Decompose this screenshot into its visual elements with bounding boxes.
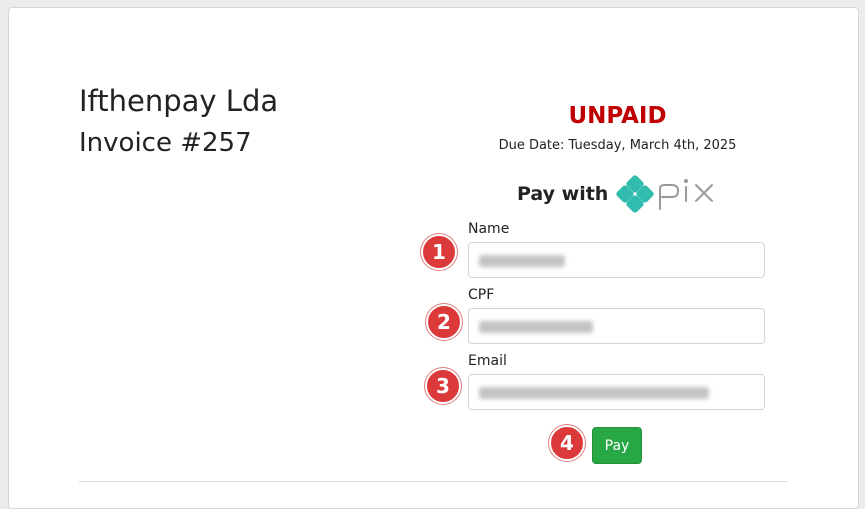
redacted-name-value [479,255,565,267]
step-badge-2: 2 [426,304,462,340]
name-input[interactable] [468,242,765,278]
invoice-number: Invoice #257 [79,128,252,158]
redacted-cpf-value [479,321,593,333]
section-divider [79,481,788,482]
name-label: Name [468,221,510,237]
invoice-card: Ifthenpay Lda Invoice #257 UNPAID Due Da… [8,7,859,509]
step-badge-4: 4 [549,425,585,461]
pay-with-text: Pay with [517,183,609,205]
step-badge-1: 1 [421,234,457,270]
pix-diamond-icon [616,175,654,213]
cpf-label: CPF [468,287,495,303]
redacted-email-value [479,387,709,399]
due-date: Due Date: Tuesday, March 4th, 2025 [498,138,737,153]
pix-wordmark [659,179,714,210]
payment-status: UNPAID [568,103,667,129]
step-badge-3: 3 [425,368,461,404]
email-label: Email [468,353,507,369]
pay-with-header: Pay with [517,175,726,213]
pix-logo [616,175,726,213]
company-name: Ifthenpay Lda [79,84,279,118]
email-input[interactable] [468,374,765,410]
cpf-input[interactable] [468,308,765,344]
pay-button[interactable]: Pay [592,427,642,464]
